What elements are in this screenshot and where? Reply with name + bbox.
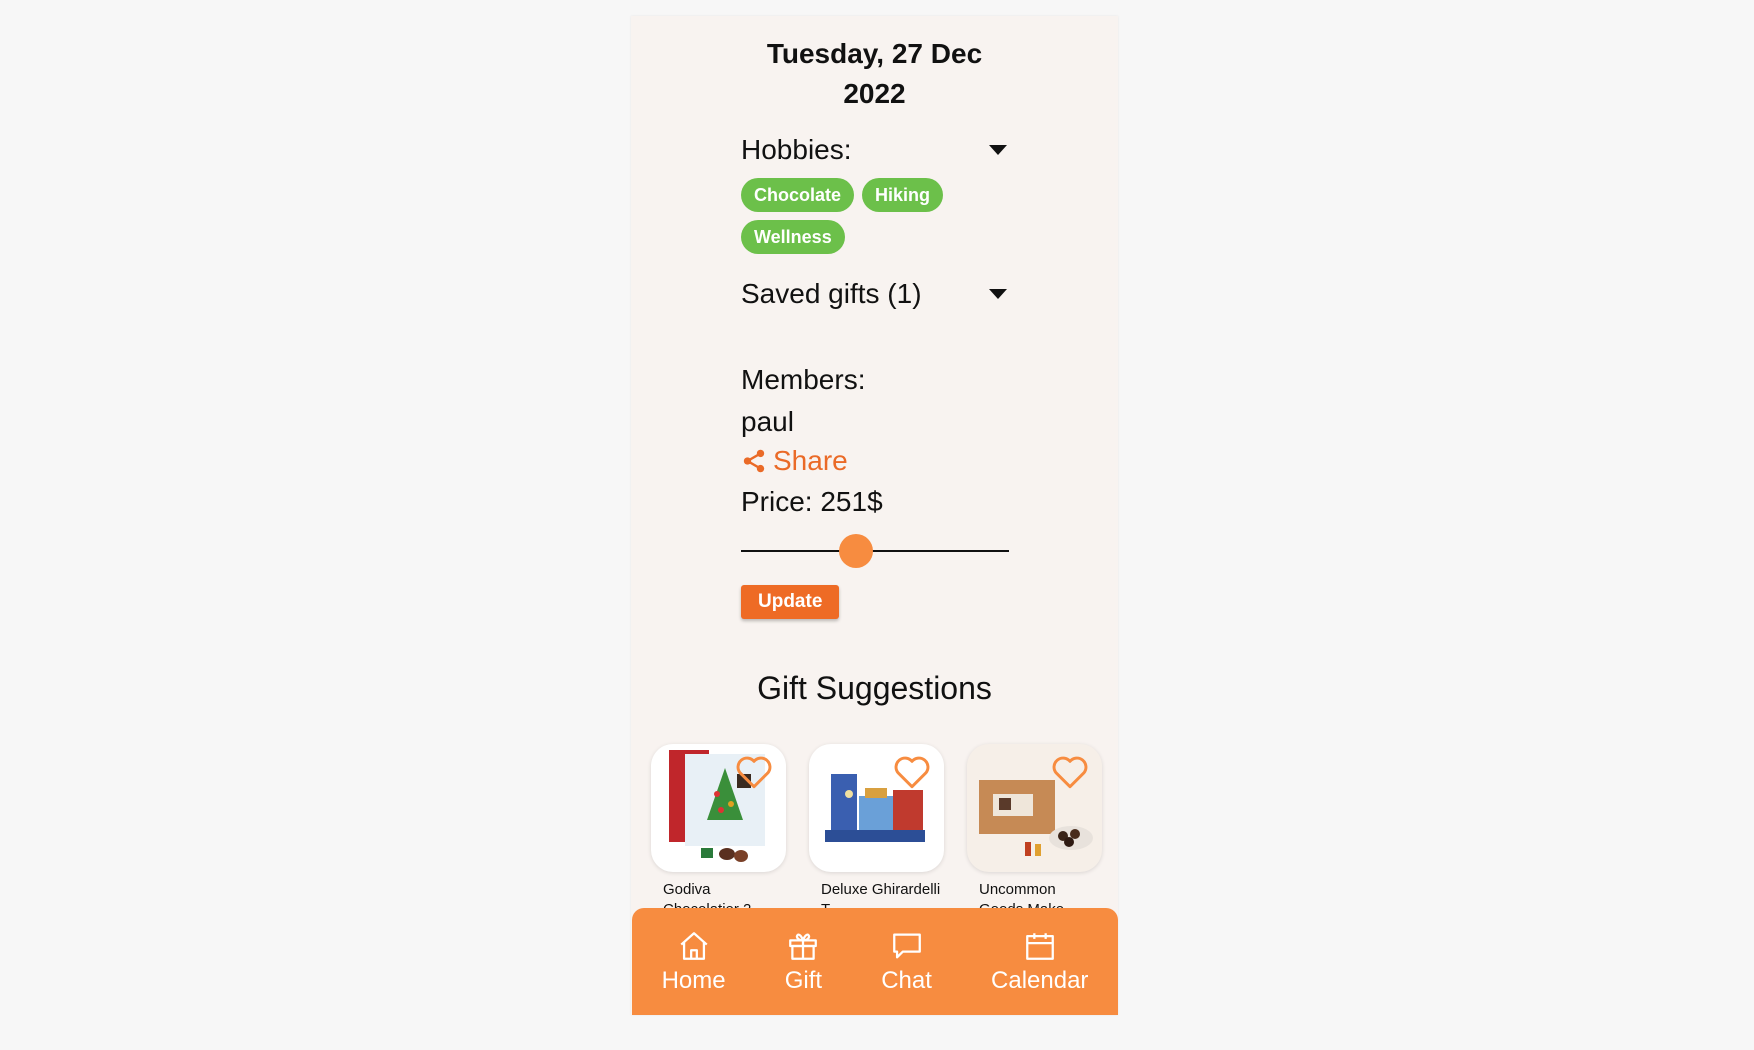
hobbies-label: Hobbies: [741,134,852,165]
saved-gifts-label: Saved gifts (1) [741,278,922,309]
heart-icon[interactable] [892,754,932,790]
chevron-down-icon[interactable] [989,145,1007,155]
hobby-chips: Chocolate Hiking Wellness [741,178,971,254]
nav-label: Chat [881,966,932,994]
gift-card[interactable]: Deluxe Ghirardelli T... [809,744,944,920]
gift-card[interactable]: Godiva Chocolatier 2... [651,744,786,920]
gift-suggestion-list: Godiva Chocolatier 2... Deluxe Ghirardel… [651,744,1102,920]
slider-track [741,550,1009,552]
bottom-nav: Home Gift Chat Calendar [632,908,1118,1015]
gift-suggestions-heading: Gift Suggestions [757,670,992,706]
saved-gifts-dropdown[interactable]: Saved gifts (1) [741,278,1009,310]
calendar-icon [1025,932,1054,960]
page-title: Tuesday, 27 Dec 2022 [631,34,1118,114]
chat-icon [892,933,921,958]
date-line-2: 2022 [843,78,906,109]
hobby-chip[interactable]: Hiking [862,178,944,212]
gift-image[interactable] [809,744,944,872]
gift-icon [789,933,818,960]
members-section: Members: paul Share Price: 251$ Update [741,359,1009,619]
gift-card[interactable]: Uncommon Goods Make... [967,744,1102,920]
update-button[interactable]: Update [741,585,840,619]
gift-image[interactable] [651,744,786,872]
nav-item-gift[interactable]: Gift [785,929,822,995]
nav-label: Gift [784,966,823,994]
hobbies-dropdown[interactable]: Hobbies: [741,134,1009,166]
slider-thumb[interactable] [839,534,874,568]
heart-icon[interactable] [734,754,774,790]
hobby-chip[interactable]: Chocolate [741,178,855,212]
app-screen: Tuesday, 27 Dec 2022 Hobbies: Chocolate … [631,16,1118,1015]
price-slider[interactable] [741,531,1009,571]
gift-image[interactable] [967,744,1102,872]
share-icon [743,449,765,473]
nav-item-home[interactable]: Home [662,929,726,995]
members-label: Members: [741,364,866,395]
nav-item-calendar[interactable]: Calendar [991,929,1088,995]
home-icon [680,931,708,960]
chevron-down-icon[interactable] [989,289,1007,299]
hobbies-section: Hobbies: Chocolate Hiking Wellness [741,134,1009,254]
share-label: Share [773,445,848,476]
share-button[interactable]: Share [741,445,1009,477]
date-line-1: Tuesday, 27 Dec [766,38,983,69]
price-label: Price: 251$ [741,486,883,517]
saved-gifts-section: Saved gifts (1) [741,278,1009,310]
hobby-chip[interactable]: Wellness [741,220,845,254]
nav-item-chat[interactable]: Chat [881,929,932,995]
nav-label: Calendar [991,966,1089,994]
member-name: paul [741,406,794,437]
heart-icon[interactable] [1050,754,1090,790]
nav-label: Home [661,966,726,994]
